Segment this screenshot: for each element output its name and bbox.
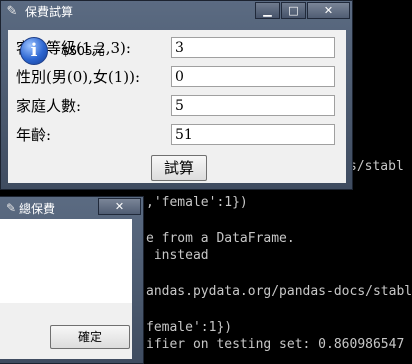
form-area: 客艙等級(1,2,3): 性別(男(0),女(1)): 家庭人數: 年齡: 試算	[8, 30, 346, 183]
family-size-label: 家庭人數:	[16, 97, 82, 115]
console-line: e from a DataFrame.	[146, 231, 295, 246]
premium-calculator-window: ✎ 保費試算 ▁ □ ✕ 客艙等級(1,2,3): 性別(男(0),女(1)):…	[0, 0, 353, 190]
console-line: instead	[146, 248, 209, 263]
console-line: ,'female':1})	[146, 195, 248, 210]
gender-label: 性別(男(0),女(1)):	[16, 68, 141, 86]
ok-button[interactable]: 確定	[50, 325, 130, 349]
close-button[interactable]: ✕	[307, 2, 350, 19]
console-line: s/stabl	[349, 159, 404, 174]
family-size-input[interactable]	[171, 95, 335, 116]
feather-icon: ✎	[6, 4, 18, 19]
age-input[interactable]	[171, 124, 335, 145]
info-icon: i	[20, 37, 48, 65]
calculate-button[interactable]: 試算	[151, 155, 207, 181]
titlebar[interactable]: ✎ 保費試算 ▁ □ ✕	[1, 1, 352, 23]
console-line: andas.pydata.org/pandas-docs/stabl	[146, 284, 412, 299]
dialog-message: $505元	[62, 44, 105, 58]
dialog-close-button[interactable]: ✕	[98, 198, 141, 215]
dialog-message-area	[0, 219, 132, 303]
dialog-titlebar[interactable]: ✎ 總保費 ✕	[0, 197, 143, 219]
window-title: 保費試算	[25, 5, 74, 19]
age-row: 年齡:	[8, 124, 346, 146]
minimize-button[interactable]: ▁	[255, 2, 280, 19]
gender-input[interactable]	[171, 66, 335, 87]
dialog-title: 總保費	[19, 202, 56, 216]
age-label: 年齡:	[16, 126, 52, 144]
gender-row: 性別(男(0),女(1)):	[8, 66, 346, 88]
console-line: female':1})	[146, 320, 233, 335]
console-line: ifier on testing set: 0.860986547	[146, 337, 405, 352]
cabin-class-input[interactable]	[171, 37, 335, 58]
desktop: s/stabl ,'female':1}) e from a DataFrame…	[0, 0, 412, 364]
feather-icon: ✎	[5, 201, 17, 215]
window-controls: ▁ □ ✕	[254, 2, 350, 20]
maximize-button[interactable]: □	[281, 2, 306, 19]
cabin-class-row: 客艙等級(1,2,3):	[8, 37, 346, 59]
family-size-row: 家庭人數:	[8, 95, 346, 117]
